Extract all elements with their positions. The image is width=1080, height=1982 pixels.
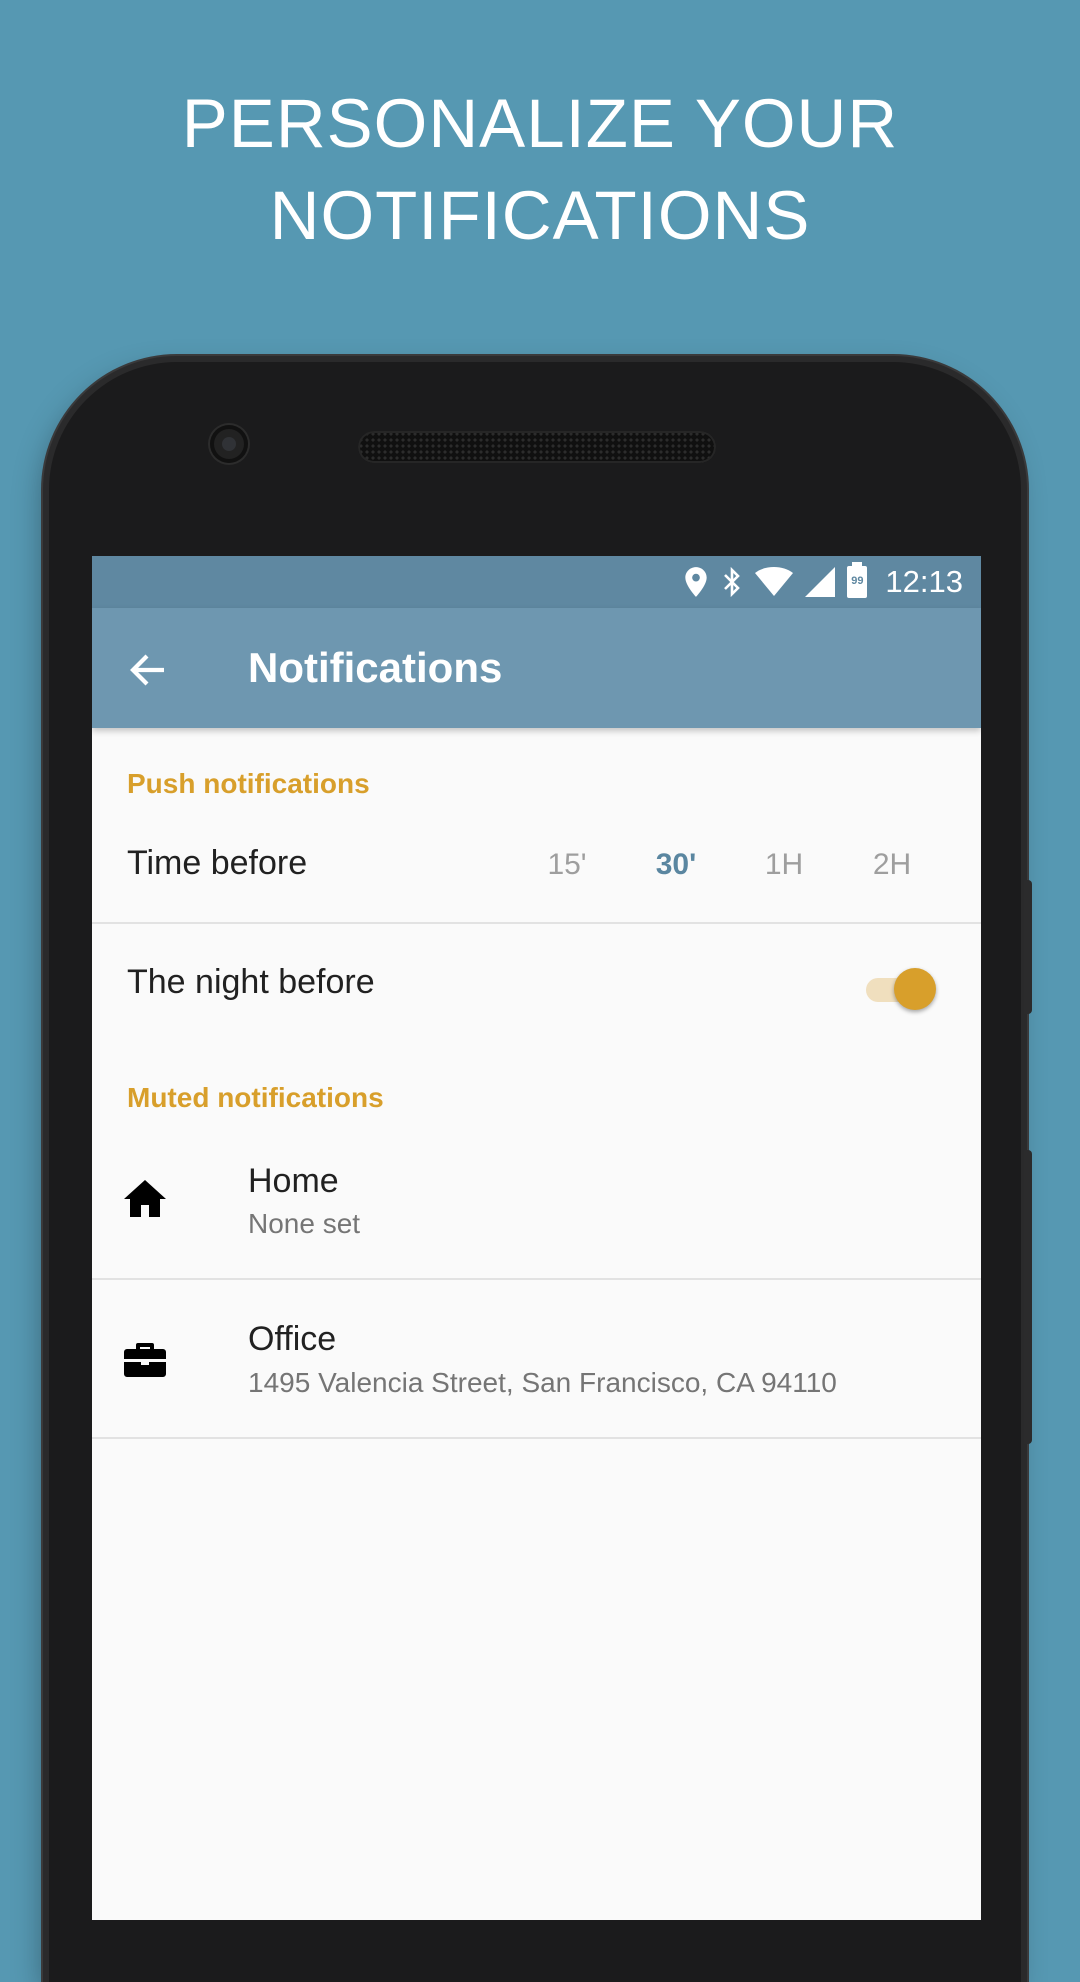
divider — [92, 922, 981, 924]
phone-screen: 99 12:13 Notifications — [92, 556, 981, 1920]
arrow-back-icon — [130, 654, 164, 686]
status-bar: 99 12:13 — [92, 556, 981, 608]
time-option-2h[interactable]: 2H — [852, 848, 932, 882]
battery-icon: 99 — [847, 562, 868, 598]
status-clock: 12:13 — [885, 564, 963, 599]
section-header-muted: Muted notifications — [127, 1082, 384, 1113]
headline-line-2: NOTIFICATIONS — [269, 177, 811, 254]
phone-side-button — [1024, 880, 1032, 1014]
wifi-icon — [755, 567, 794, 596]
night-before-label: The night before — [127, 963, 375, 1001]
office-title: Office — [248, 1320, 337, 1358]
time-option-1h[interactable]: 1H — [744, 848, 824, 882]
front-camera — [210, 425, 248, 463]
home-subtitle: None set — [248, 1208, 361, 1239]
page-title: Notifications — [248, 644, 503, 691]
phone-volume-button — [1024, 1150, 1032, 1444]
section-header-push: Push notifications — [127, 768, 370, 799]
bluetooth-icon — [724, 566, 741, 598]
earpiece-speaker — [358, 431, 716, 463]
signal-icon — [805, 567, 836, 597]
toggle-thumb — [894, 968, 936, 1010]
location-icon — [685, 567, 708, 597]
divider — [92, 1278, 981, 1280]
headline: PERSONALIZE YOUR NOTIFICATIONS — [0, 78, 1080, 262]
back-button[interactable] — [126, 648, 170, 692]
night-before-toggle[interactable] — [862, 966, 938, 1014]
briefcase-icon — [124, 1343, 166, 1377]
battery-level: 99 — [851, 575, 864, 587]
divider — [92, 1437, 981, 1439]
home-title: Home — [248, 1162, 339, 1200]
app-bar: Notifications — [92, 608, 981, 728]
home-icon — [124, 1180, 166, 1217]
time-option-30[interactable]: 30' — [636, 848, 716, 882]
time-before-label: Time before — [127, 844, 308, 882]
headline-line-1: PERSONALIZE YOUR — [181, 85, 899, 162]
office-subtitle: 1495 Valencia Street, San Francisco, CA … — [248, 1367, 837, 1398]
time-option-15[interactable]: 15' — [527, 848, 607, 882]
